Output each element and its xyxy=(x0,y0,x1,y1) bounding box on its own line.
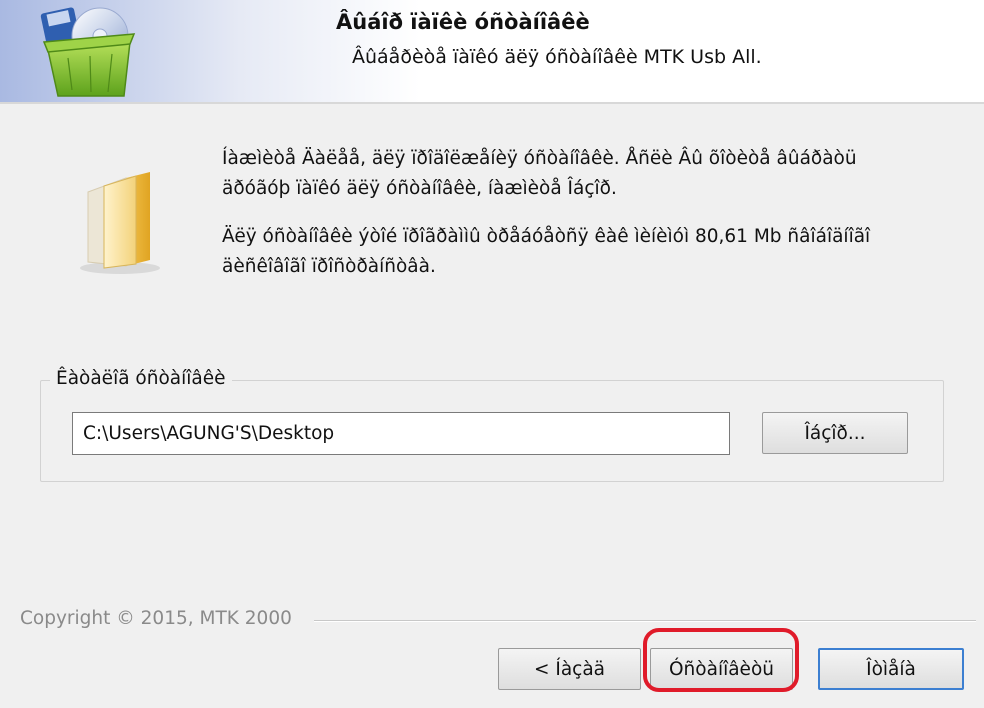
wizard-header: Âûáîð ïàïêè óñòàíîâêè Âûáåðèòå ïàïêó äëÿ… xyxy=(0,0,984,104)
intro-paragraph: Íàæìèòå Äàëåå, äëÿ ïðîäîëæåíèÿ óñòàíîâêè… xyxy=(222,144,942,204)
install-folder-legend: Êàòàëîã óñòàíîâêè xyxy=(50,368,232,389)
install-path-input[interactable] xyxy=(72,412,730,455)
install-button[interactable]: Óñòàíîâèòü xyxy=(650,648,793,690)
cancel-button[interactable]: Îòìåíà xyxy=(818,648,964,690)
browse-button[interactable]: Îáçîð... xyxy=(762,412,908,454)
copyright-text: Copyright © 2015, MTK 2000 xyxy=(20,608,292,629)
footer-divider xyxy=(314,620,976,622)
space-paragraph: Äëÿ óñòàíîâêè ýòîé ïðîãðàììû òðåáóåòñÿ ê… xyxy=(222,222,942,282)
page-title: Âûáîð ïàïêè óñòàíîâêè xyxy=(336,10,590,34)
intro-line-1: Íàæìèòå Äàëåå, äëÿ ïðîäîëæåíèÿ óñòàíîâêè… xyxy=(222,148,857,169)
folder-icon xyxy=(80,172,160,274)
space-line-1: Äëÿ óñòàíîâêè ýòîé ïðîãðàììû òðåáóåòñÿ ê… xyxy=(222,226,871,247)
page-subtitle: Âûáåðèòå ïàïêó äëÿ óñòàíîâêè MTK Usb All… xyxy=(352,46,762,68)
installer-box-icon xyxy=(40,7,136,97)
back-button[interactable]: < Íàçàä xyxy=(498,648,641,690)
space-line-2: äèñêîâîãî ïðîñòðàíñòâà. xyxy=(222,256,436,277)
intro-line-2: äðóãóþ ïàïêó äëÿ óñòàíîâêè, íàæìèòå Îáçî… xyxy=(222,178,617,199)
